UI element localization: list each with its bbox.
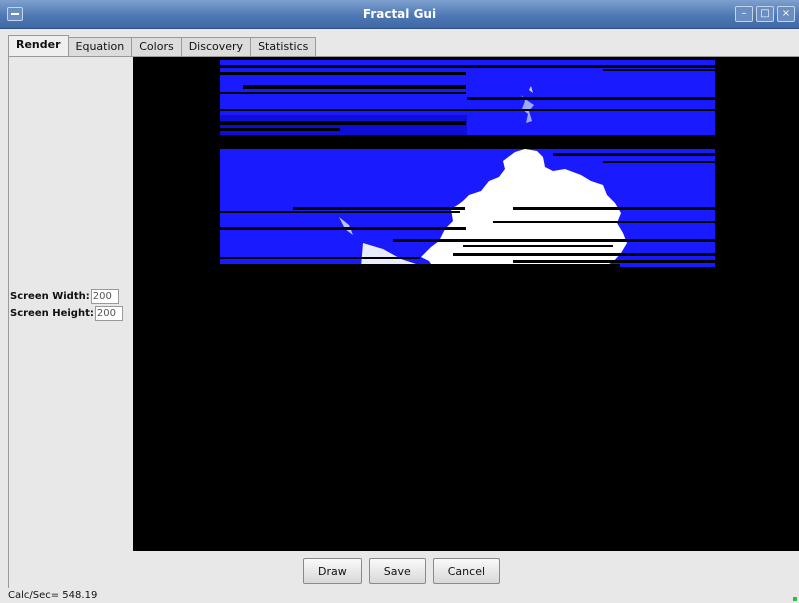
screen-height-label: Screen Height: <box>10 307 94 319</box>
minimize-icon[interactable]: – <box>735 6 753 22</box>
tab-discovery[interactable]: Discovery <box>180 37 252 56</box>
screen-width-row: Screen Width: <box>10 288 119 304</box>
tab-strip: Render Equation Colors Discovery Statist… <box>8 35 317 56</box>
screen-height-input[interactable] <box>94 305 123 321</box>
tab-statistics[interactable]: Statistics <box>250 37 317 56</box>
status-bar: Calc/Sec= 548.19 <box>8 588 799 603</box>
cancel-button[interactable]: Cancel <box>432 558 501 584</box>
tab-render[interactable]: Render <box>8 35 69 56</box>
fractal-render <box>220 60 715 267</box>
action-buttons: Draw Save Cancel <box>303 558 501 584</box>
close-icon[interactable]: × <box>777 6 795 22</box>
tab-colors[interactable]: Colors <box>131 37 182 56</box>
status-led-icon <box>793 597 797 601</box>
tab-equation[interactable]: Equation <box>67 37 133 56</box>
window-controls: – □ × <box>735 6 795 22</box>
window-title: Fractal Gui <box>362 7 437 21</box>
screen-width-input[interactable] <box>90 288 119 304</box>
title-bar[interactable]: Fractal Gui – □ × <box>0 0 799 29</box>
save-button[interactable]: Save <box>368 558 426 584</box>
screen-width-label: Screen Width: <box>10 290 90 302</box>
calc-rate-status: Calc/Sec= 548.19 <box>8 590 98 601</box>
draw-button[interactable]: Draw <box>303 558 362 584</box>
screen-height-row: Screen Height: <box>10 305 123 321</box>
fractal-canvas[interactable] <box>133 57 799 551</box>
maximize-icon[interactable]: □ <box>756 6 774 22</box>
